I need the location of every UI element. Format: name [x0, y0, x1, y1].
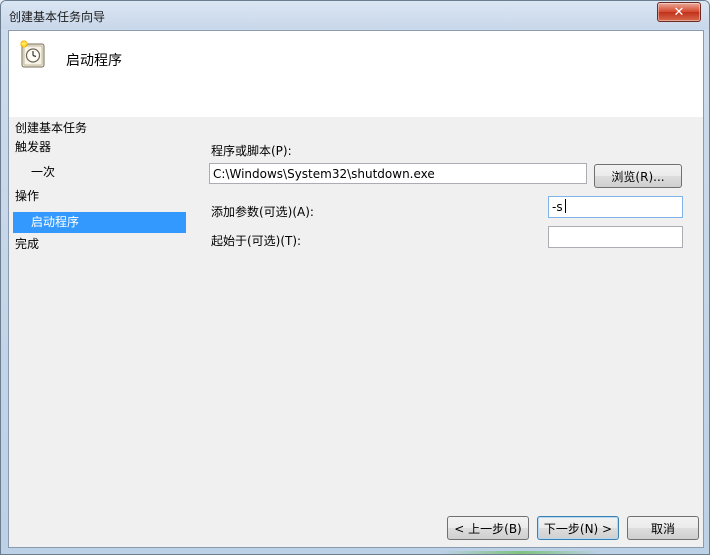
clock-task-icon [19, 39, 45, 68]
cancel-button-label: 取消 [650, 521, 675, 536]
taskbar-glow [441, 551, 601, 554]
nav-item-label: 触发器 [15, 140, 52, 154]
arguments-input[interactable] [548, 196, 683, 218]
browse-button-label: 浏览(R)... [611, 169, 665, 184]
program-label: 程序或脚本(P): [211, 144, 292, 158]
window-title: 创建基本任务向导 [9, 10, 106, 24]
nav-item-start-program[interactable]: 启动程序 [13, 212, 186, 233]
start-in-label: 起始于(可选)(T): [211, 234, 302, 248]
close-button[interactable]: ✕ [657, 2, 701, 22]
back-button[interactable]: < 上一步(B) [447, 516, 529, 540]
text-caret [565, 199, 566, 213]
nav-item-once[interactable]: 一次 [13, 162, 186, 183]
wizard-header: 启动程序 [9, 31, 703, 117]
program-input[interactable] [209, 163, 587, 184]
nav-item-trigger[interactable]: 触发器 [13, 137, 186, 158]
nav-item-label: 启动程序 [31, 215, 80, 229]
wizard-window: 创建基本任务向导 ✕ 启动程序 创建基本任务 触发器 一次 操作 启动程序 完成… [0, 0, 710, 555]
back-button-label: < 上一步(B) [454, 521, 522, 536]
browse-button[interactable]: 浏览(R)... [594, 164, 682, 188]
title-bar[interactable]: 创建基本任务向导 ✕ [1, 1, 709, 29]
cancel-button[interactable]: 取消 [627, 516, 699, 540]
close-icon: ✕ [673, 4, 685, 20]
page-title: 启动程序 [66, 53, 122, 69]
next-button[interactable]: 下一步(N) > [537, 516, 619, 540]
nav-item-label: 操作 [15, 189, 40, 203]
start-in-input[interactable] [548, 226, 683, 248]
nav-section-title: 创建基本任务 [15, 121, 88, 135]
arguments-label: 添加参数(可选)(A): [211, 205, 314, 219]
nav-item-label: 一次 [31, 165, 56, 179]
next-button-label: 下一步(N) > [543, 521, 613, 536]
nav-item-label: 完成 [15, 237, 40, 251]
arguments-field-wrap [548, 196, 683, 218]
nav-item-finish[interactable]: 完成 [13, 234, 186, 255]
nav-item-action[interactable]: 操作 [13, 186, 186, 207]
wizard-client-area: 启动程序 创建基本任务 触发器 一次 操作 启动程序 完成 程序或脚本(P): … [8, 30, 704, 548]
